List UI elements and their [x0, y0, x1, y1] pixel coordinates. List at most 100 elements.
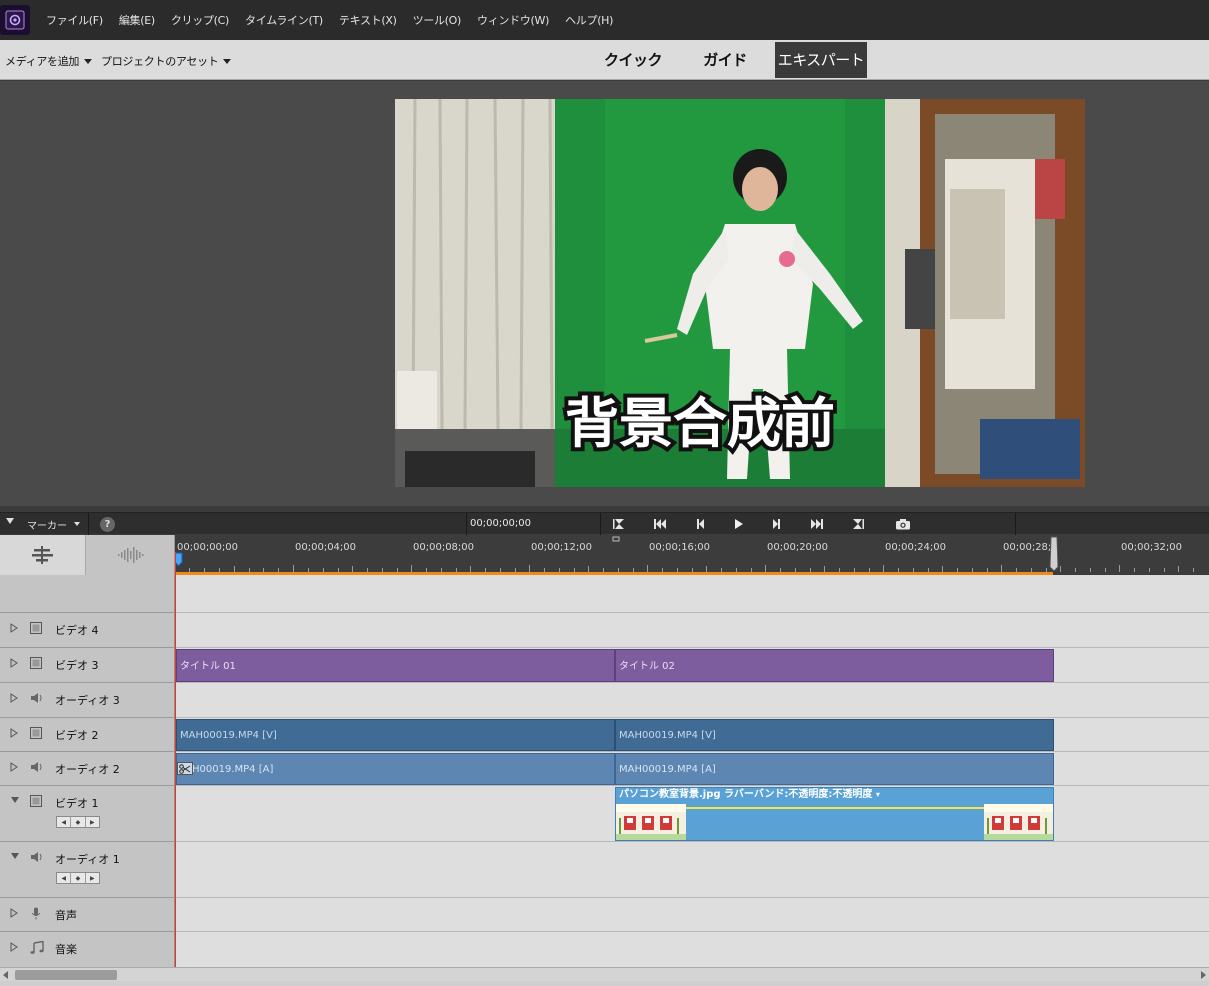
prev-keyframe-icon[interactable]: ◀	[57, 817, 72, 827]
track-narration[interactable]	[175, 898, 1209, 932]
go-to-out-point-icon[interactable]	[848, 516, 868, 532]
current-timecode[interactable]: 00;00;00;00	[470, 518, 531, 529]
expand-triangle-icon[interactable]	[10, 728, 18, 738]
monitor-panel: 背景合成前	[0, 81, 1209, 506]
track-audio-1[interactable]	[175, 842, 1209, 898]
help-icon[interactable]: ?	[100, 517, 115, 532]
title-clip[interactable]: タイトル 02	[615, 649, 1054, 682]
track-header-audio-2[interactable]: オーディオ 2	[0, 752, 175, 786]
clip-menu-caret-icon[interactable]: ▾	[876, 790, 880, 799]
ruler-header	[0, 535, 175, 575]
keyframe-navigator: ◀ ◆ ▶	[56, 872, 100, 884]
menu-window[interactable]: ウィンドウ(W)	[477, 12, 549, 28]
scissors-icon[interactable]	[177, 762, 193, 775]
go-to-start-icon[interactable]	[650, 516, 670, 532]
track-header-video-3[interactable]: ビデオ 3	[0, 648, 175, 683]
track-video-4[interactable]	[175, 613, 1209, 648]
track-header-video-1[interactable]: ビデオ 1 ◀ ◆ ▶	[0, 786, 175, 842]
timeline-horizontal-scrollbar[interactable]	[0, 967, 1209, 981]
speaker-icon	[31, 762, 42, 772]
image-clip-label: パソコン教室背景.jpg ラバーバンド:不透明度:不透明度 ▾	[616, 788, 1053, 804]
track-header-narration[interactable]: 音声	[0, 898, 175, 932]
next-keyframe-icon[interactable]: ▶	[86, 873, 99, 883]
play-icon[interactable]	[728, 516, 748, 532]
title-clip[interactable]: タイトル 01	[176, 649, 615, 682]
collapse-triangle-icon[interactable]	[10, 852, 20, 860]
menu-clip[interactable]: クリップ(C)	[171, 12, 229, 28]
go-to-in-point-icon[interactable]	[609, 516, 629, 532]
marker-label[interactable]: マーカー	[27, 517, 67, 532]
track-name: オーディオ 1	[55, 853, 120, 866]
expand-triangle-icon[interactable]	[10, 623, 18, 633]
microphone-icon	[31, 907, 41, 920]
video-clip[interactable]: MAH00019.MP4 [V]	[176, 719, 615, 751]
track-video-2[interactable]: MAH00019.MP4 [V] MAH00019.MP4 [V]	[175, 718, 1209, 752]
track-video-1[interactable]: パソコン教室背景.jpg ラバーバンド:不透明度:不透明度 ▾	[175, 786, 1209, 842]
project-assets-dropdown[interactable]: プロジェクトのアセット	[101, 53, 232, 69]
music-note-icon	[30, 941, 44, 954]
menu-timeline[interactable]: タイムライン(T)	[245, 12, 323, 28]
expand-triangle-icon[interactable]	[10, 693, 18, 703]
speaker-icon	[31, 852, 42, 862]
clip-thumbnail-start	[616, 804, 686, 840]
step-forward-icon[interactable]	[766, 516, 786, 532]
tab-guided[interactable]: ガイド	[696, 42, 754, 78]
track-header-audio-1[interactable]: オーディオ 1 ◀ ◆ ▶	[0, 842, 175, 898]
scroll-right-icon[interactable]	[1201, 971, 1206, 979]
track-header-audio-3[interactable]: オーディオ 3	[0, 683, 175, 718]
image-clip[interactable]: パソコン教室背景.jpg ラバーバンド:不透明度:不透明度 ▾	[615, 787, 1054, 841]
prev-keyframe-icon[interactable]: ◀	[57, 873, 72, 883]
audio-clip[interactable]: MAH00019.MP4 [A]	[615, 753, 1054, 785]
add-keyframe-icon[interactable]: ◆	[71, 817, 86, 827]
go-to-end-icon[interactable]	[807, 516, 827, 532]
timeline-ruler[interactable]: 00;00;00;00 00;00;04;00 00;00;08;00 00;0…	[175, 535, 1209, 575]
tab-quick[interactable]: クイック	[600, 42, 666, 78]
video-clip[interactable]: MAH00019.MP4 [V]	[615, 719, 1054, 751]
expand-triangle-icon[interactable]	[10, 908, 18, 918]
menu-edit[interactable]: 編集(E)	[119, 12, 155, 28]
camera-icon[interactable]	[893, 516, 913, 532]
expand-triangle-icon[interactable]	[10, 762, 18, 772]
track-header-music[interactable]: 音楽	[0, 932, 175, 967]
audio-waveform-icon[interactable]	[87, 535, 175, 575]
menu-tools[interactable]: ツール(O)	[413, 12, 462, 28]
film-icon	[30, 795, 42, 807]
work-area-end-handle[interactable]	[1049, 536, 1059, 572]
track-header-video-2[interactable]: ビデオ 2	[0, 718, 175, 752]
menu-help[interactable]: ヘルプ(H)	[565, 12, 613, 28]
smart-trim-icon[interactable]	[0, 535, 86, 575]
scroll-left-icon[interactable]	[3, 971, 8, 979]
tab-expert[interactable]: エキスパート	[775, 42, 867, 78]
ruler-ticks	[175, 536, 1194, 575]
track-video-3[interactable]: タイトル 01 タイトル 02	[175, 648, 1209, 683]
track-music[interactable]	[175, 932, 1209, 967]
menu-file[interactable]: ファイル(F)	[46, 12, 103, 28]
scrollbar-thumb[interactable]	[15, 970, 117, 980]
menu-text[interactable]: テキスト(X)	[339, 12, 397, 28]
expand-triangle-icon[interactable]	[10, 942, 18, 952]
audio-clip[interactable]: H00019.MP4 [A]	[176, 753, 615, 785]
marker-caret-icon[interactable]	[74, 522, 80, 526]
collapse-triangle-icon[interactable]	[10, 796, 20, 804]
track-name: 音楽	[55, 943, 77, 956]
track-audio-2[interactable]: H00019.MP4 [A] MAH00019.MP4 [A]	[175, 752, 1209, 786]
expand-triangle-icon[interactable]	[10, 658, 18, 668]
preview-frame-image: 背景合成前	[395, 99, 1085, 487]
playhead-line[interactable]	[175, 552, 176, 967]
menu-bar: ファイル(F) 編集(E) クリップ(C) タイムライン(T) テキスト(X) …	[0, 0, 1209, 40]
playhead-handle[interactable]	[175, 552, 183, 567]
step-back-icon[interactable]	[691, 516, 711, 532]
add-media-dropdown[interactable]: メディアを追加	[5, 53, 93, 69]
transport-bar: マーカー ? 00;00;00;00	[0, 512, 1209, 535]
track-audio-3[interactable]	[175, 683, 1209, 718]
project-assets-label: プロジェクトのアセット	[101, 55, 219, 68]
track-header-video-4[interactable]: ビデオ 4	[0, 613, 175, 648]
marker-menu-icon[interactable]	[6, 518, 14, 524]
video-preview[interactable]: 背景合成前	[395, 99, 1085, 487]
next-keyframe-icon[interactable]: ▶	[86, 817, 99, 827]
separator	[600, 513, 601, 535]
add-keyframe-icon[interactable]: ◆	[71, 873, 86, 883]
marker-icon[interactable]	[612, 536, 620, 542]
separator	[466, 513, 467, 535]
track-header-spacer	[0, 575, 175, 613]
